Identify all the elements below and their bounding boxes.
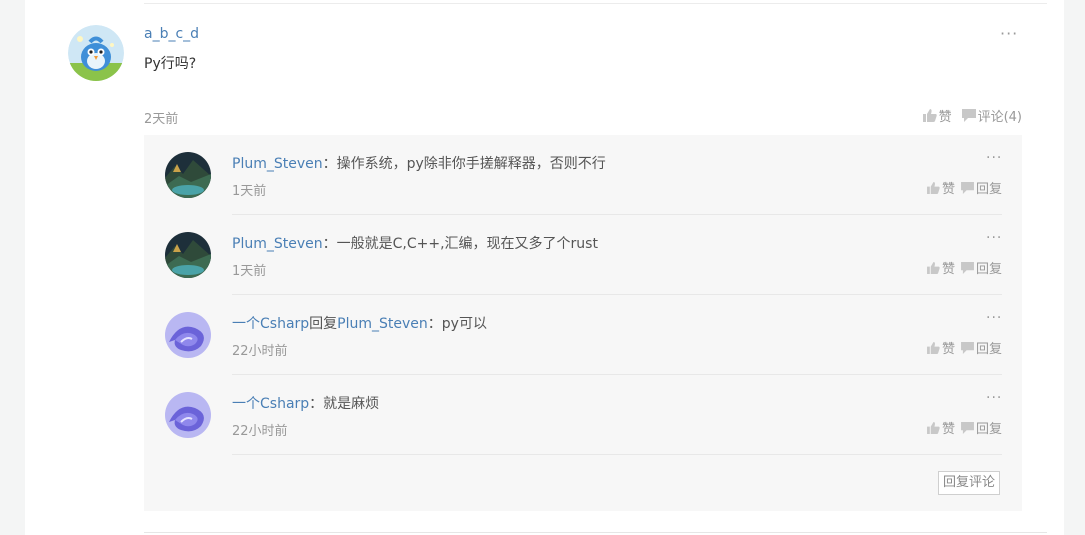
thumbs-up-icon: [927, 261, 940, 274]
reply-line: Plum_Steven：操作系统，py除非你手搓解释器，否则不行: [232, 153, 606, 173]
reply-separator: ：: [309, 396, 324, 412]
comment-content: Py行吗?: [144, 56, 197, 72]
avatar[interactable]: [165, 152, 211, 198]
reply-text: py可以: [441, 316, 487, 332]
reply-text: 操作系统，py除非你手搓解释器，否则不行: [336, 156, 606, 172]
reply-separator: ：: [322, 156, 337, 172]
reply-button[interactable]: 回复: [961, 178, 1002, 197]
reply-label: 回复: [975, 422, 1002, 437]
reply-separator: ：: [322, 236, 337, 252]
reply-item: 一个Csharp回复Plum_Steven：py可以 22小时前 ··· 赞 回…: [144, 295, 1022, 375]
comment-button[interactable]: 评论(4): [961, 106, 1022, 125]
reply-comment-button[interactable]: 回复评论: [938, 471, 1001, 495]
reply-word: 回复: [309, 316, 338, 332]
comment-actions: 赞 评论(4): [922, 106, 1022, 125]
like-label: 赞: [941, 182, 955, 197]
like-label: 赞: [941, 422, 955, 437]
reply-username[interactable]: Plum_Steven: [232, 156, 323, 172]
comment-username[interactable]: a_b_c_d: [144, 26, 199, 42]
swirl-avatar-icon: [165, 312, 211, 358]
swirl-avatar-icon: [165, 392, 211, 438]
reply-actions: 赞 回复: [927, 258, 1002, 277]
like-label: 赞: [941, 342, 955, 357]
reply-item: 一个Csharp：就是麻烦 22小时前 ··· 赞 回复: [144, 375, 1022, 455]
reply-separator: ：: [427, 316, 442, 332]
comment-count-label: 评论(4): [977, 110, 1022, 125]
reply-time: 22小时前: [232, 424, 288, 439]
like-button[interactable]: 赞: [927, 258, 955, 277]
comment-time: 2天前: [144, 112, 179, 127]
speech-bubble-icon: [961, 261, 974, 274]
landscape-avatar-icon: [165, 152, 211, 198]
reply-target-username[interactable]: Plum_Steven: [337, 316, 428, 332]
like-button[interactable]: 赞: [927, 338, 955, 357]
avatar[interactable]: [165, 312, 211, 358]
speech-bubble-icon: [961, 109, 976, 122]
avatar[interactable]: [165, 392, 211, 438]
like-button[interactable]: 赞: [922, 106, 952, 125]
reply-label: 回复: [975, 262, 1002, 277]
speech-bubble-icon: [961, 181, 974, 194]
reply-label: 回复: [975, 182, 1002, 197]
avatar[interactable]: [165, 232, 211, 278]
replies-panel: Plum_Steven：操作系统，py除非你手搓解释器，否则不行 1天前 ···…: [144, 135, 1022, 511]
more-options-icon[interactable]: ···: [986, 150, 1002, 166]
thumbs-up-icon: [927, 181, 940, 194]
like-button[interactable]: 赞: [927, 418, 955, 437]
reply-item: Plum_Steven：操作系统，py除非你手搓解释器，否则不行 1天前 ···…: [144, 135, 1022, 215]
speech-bubble-icon: [961, 421, 974, 434]
like-button[interactable]: 赞: [927, 178, 955, 197]
reply-actions: 赞 回复: [927, 338, 1002, 357]
reply-text: 一般就是C,C++,汇编，现在又多了个rust: [336, 236, 598, 252]
reply-time: 1天前: [232, 264, 267, 279]
bird-avatar-icon: [68, 25, 124, 81]
more-options-icon[interactable]: ···: [986, 230, 1002, 246]
reply-line: 一个Csharp：就是麻烦: [232, 393, 379, 413]
speech-bubble-icon: [961, 341, 974, 354]
reply-time: 22小时前: [232, 344, 288, 359]
reply-actions: 赞 回复: [927, 178, 1002, 197]
reply-username[interactable]: 一个Csharp: [232, 316, 309, 332]
reply-button[interactable]: 回复: [961, 418, 1002, 437]
more-options-icon[interactable]: ···: [1000, 24, 1018, 43]
thumbs-up-icon: [927, 421, 940, 434]
reply-divider: [232, 454, 1002, 455]
reply-actions: 赞 回复: [927, 418, 1002, 437]
more-options-icon[interactable]: ···: [986, 390, 1002, 406]
reply-label: 回复: [975, 342, 1002, 357]
like-label: 赞: [941, 262, 955, 277]
bottom-divider: [144, 532, 1047, 533]
reply-username[interactable]: 一个Csharp: [232, 396, 309, 412]
reply-line: Plum_Steven：一般就是C,C++,汇编，现在又多了个rust: [232, 233, 598, 253]
reply-button[interactable]: 回复: [961, 258, 1002, 277]
reply-time: 1天前: [232, 184, 267, 199]
reply-item: Plum_Steven：一般就是C,C++,汇编，现在又多了个rust 1天前 …: [144, 215, 1022, 295]
more-options-icon[interactable]: ···: [986, 310, 1002, 326]
like-label: 赞: [938, 110, 952, 125]
reply-button[interactable]: 回复: [961, 338, 1002, 357]
reply-line: 一个Csharp回复Plum_Steven：py可以: [232, 313, 487, 333]
landscape-avatar-icon: [165, 232, 211, 278]
thumbs-up-icon: [927, 341, 940, 354]
top-divider: [144, 3, 1047, 4]
comment-card: a_b_c_d Py行吗? ··· 2天前 赞 评论(4) Plum_Steve…: [25, 0, 1064, 535]
reply-text: 就是麻烦: [323, 396, 380, 412]
thumbs-up-icon: [922, 109, 937, 122]
reply-username[interactable]: Plum_Steven: [232, 236, 323, 252]
avatar[interactable]: [68, 25, 124, 81]
